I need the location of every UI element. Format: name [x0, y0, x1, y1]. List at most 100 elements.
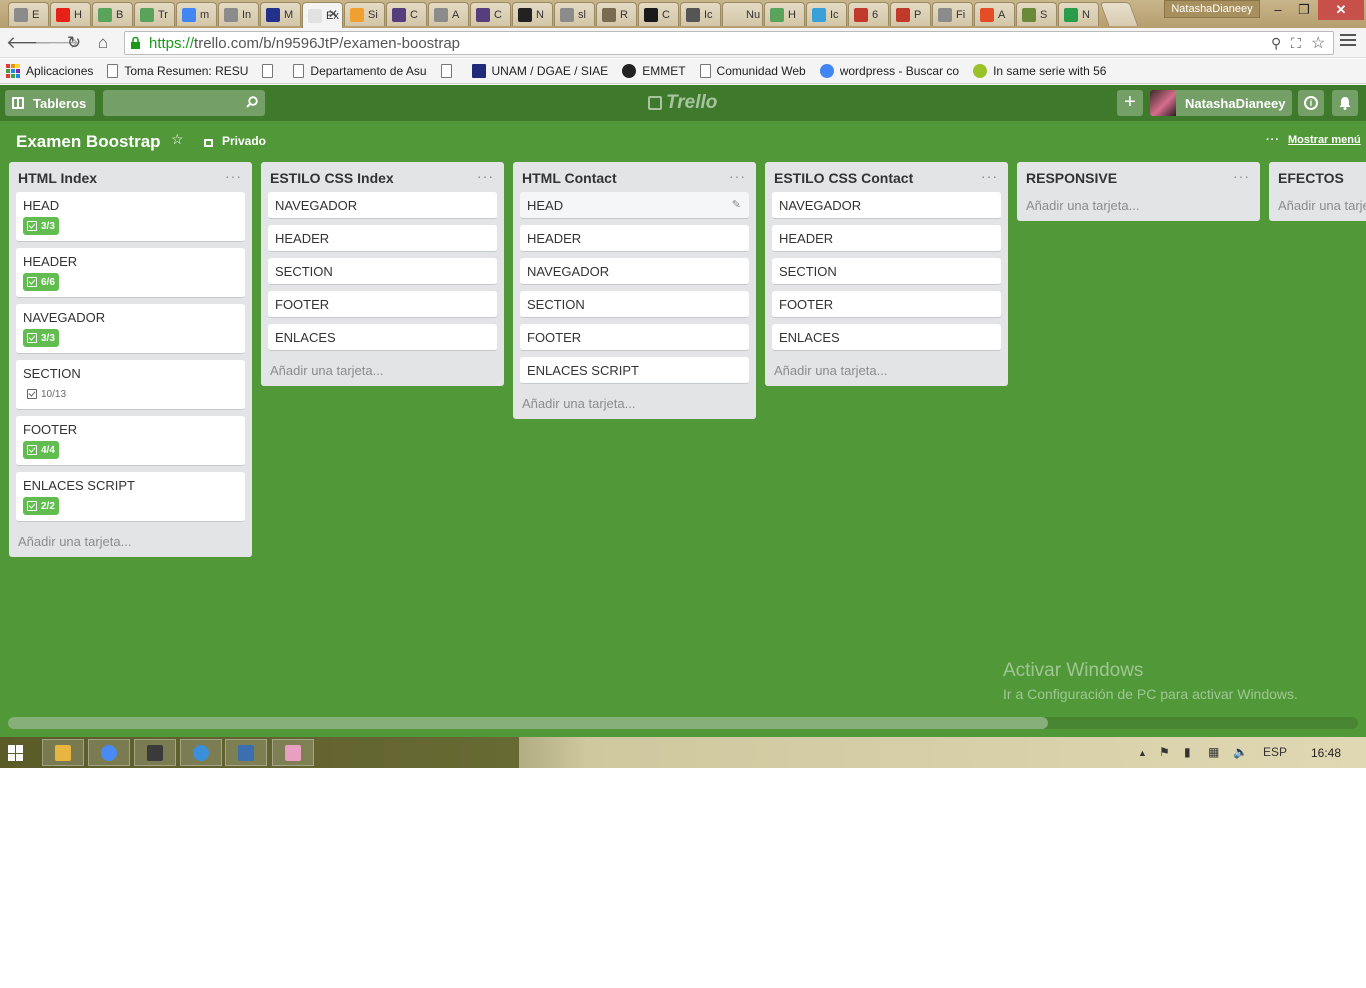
reload-button[interactable]: ↻ — [63, 32, 85, 54]
windows-start-icon[interactable] — [8, 745, 24, 761]
bookmark-item[interactable]: UNAM / DGAE / SIAE — [471, 64, 608, 78]
member-menu-button[interactable]: NatashaDianeey — [1150, 90, 1292, 116]
list-title[interactable]: EFECTOS — [1278, 170, 1344, 186]
taskbar-app[interactable] — [134, 739, 176, 766]
network-icon[interactable]: ▦ — [1208, 745, 1219, 759]
card[interactable]: ENLACES — [772, 324, 1001, 351]
add-card-link[interactable]: Añadir una tarjeta... — [16, 528, 245, 549]
card[interactable]: ENLACES — [268, 324, 497, 351]
add-card-link[interactable]: Añadir una tarjeta... — [1276, 192, 1366, 213]
volume-icon[interactable]: 🔈 — [1233, 745, 1248, 759]
browser-tab[interactable]: m — [176, 2, 217, 26]
translate-icon[interactable]: ⛶ — [1291, 35, 1301, 52]
browser-tab[interactable]: sl — [554, 2, 595, 26]
add-button[interactable]: + — [1117, 90, 1143, 116]
close-window-button[interactable]: ✕ — [1318, 0, 1364, 20]
card[interactable]: NAVEGADOR — [520, 258, 749, 285]
star-icon[interactable]: ☆ — [171, 131, 184, 148]
card[interactable]: FOOTER — [772, 291, 1001, 318]
forward-button[interactable]: 🡒 — [34, 32, 80, 54]
add-card-link[interactable]: Añadir una tarjeta... — [1024, 192, 1253, 213]
tray-expand-icon[interactable]: ▲ — [1138, 748, 1147, 758]
browser-tab[interactable]: C — [470, 2, 511, 26]
browser-tab[interactable]: A — [974, 2, 1015, 26]
card[interactable]: FOOTER — [268, 291, 497, 318]
browser-tab[interactable]: Ex ✕ — [302, 2, 343, 28]
add-card-link[interactable]: Añadir una tarjeta... — [772, 357, 1001, 378]
browser-tab[interactable]: A — [428, 2, 469, 26]
browser-tab[interactable]: C — [638, 2, 679, 26]
card[interactable]: FOOTER — [520, 324, 749, 351]
browser-tab[interactable]: Ic — [680, 2, 721, 26]
taskbar-app[interactable] — [180, 739, 222, 766]
language-indicator[interactable]: ESP — [1263, 745, 1287, 759]
list-menu-icon[interactable]: ··· — [1233, 168, 1250, 184]
browser-tab[interactable]: E — [8, 2, 49, 26]
browser-tab[interactable]: C — [386, 2, 427, 26]
browser-tab[interactable]: Ic — [806, 2, 847, 26]
taskbar-app[interactable] — [225, 739, 267, 766]
bookmark-star-icon[interactable]: ☆ — [1311, 33, 1325, 53]
list-title[interactable]: RESPONSIVE — [1026, 170, 1117, 186]
list-title[interactable]: HTML Contact — [522, 170, 617, 186]
bookmark-item[interactable]: Toma Resumen: RESU — [107, 64, 248, 78]
taskbar-app[interactable] — [272, 739, 314, 766]
bookmark-item[interactable]: EMMET — [622, 64, 686, 78]
browser-tab[interactable]: M — [260, 2, 301, 26]
browser-tab[interactable]: N — [512, 2, 553, 26]
bookmark-item[interactable]: In same serie with 56 — [973, 64, 1106, 78]
browser-tab[interactable]: H — [764, 2, 805, 26]
card[interactable]: HEADER — [268, 225, 497, 252]
list-menu-icon[interactable]: ··· — [981, 168, 998, 184]
address-bar[interactable]: https://trello.com/b/n9596JtP/examen-boo… — [124, 31, 1334, 55]
card[interactable]: FOOTER 4/4 — [16, 416, 245, 466]
clock[interactable]: 16:48 — [1311, 746, 1341, 760]
browser-tab[interactable]: 6 — [848, 2, 889, 26]
card[interactable]: ENLACES SCRIPT 2/2 — [16, 472, 245, 522]
browser-tab[interactable]: P — [890, 2, 931, 26]
card[interactable]: SECTION — [520, 291, 749, 318]
horizontal-scrollbar[interactable] — [8, 717, 1358, 729]
taskbar-app[interactable] — [88, 739, 130, 766]
add-card-link[interactable]: Añadir una tarjeta... — [268, 357, 497, 378]
browser-tab[interactable]: In — [218, 2, 259, 26]
zoom-icon[interactable]: ⚲ — [1271, 35, 1281, 52]
add-card-link[interactable]: Añadir una tarjeta... — [520, 390, 749, 411]
show-menu-button[interactable]: ··· Mostrar menú — [1266, 134, 1361, 146]
back-button[interactable]: 🡐 — [6, 32, 52, 54]
privacy-button[interactable]: Privado — [204, 134, 266, 148]
scrollbar-thumb[interactable] — [8, 717, 1048, 729]
card[interactable]: HEADER 6/6 — [16, 248, 245, 298]
browser-tab[interactable]: Nuev — [722, 2, 763, 26]
trello-logo[interactable]: Trello — [648, 90, 717, 116]
notifications-button[interactable] — [1332, 90, 1358, 116]
new-tab-button[interactable] — [1099, 2, 1139, 26]
bookmark-item[interactable] — [262, 64, 279, 78]
chrome-menu-icon[interactable] — [1340, 34, 1356, 49]
bookmark-item[interactable]: wordpress - Buscar co — [819, 64, 959, 78]
card[interactable]: HEAD 3/3 — [16, 192, 245, 242]
card[interactable]: NAVEGADOR 3/3 — [16, 304, 245, 354]
flag-icon[interactable]: ⚑ — [1159, 745, 1170, 759]
card[interactable]: SECTION 10/13 — [16, 360, 245, 410]
card[interactable]: HEADER — [772, 225, 1001, 252]
board-title[interactable]: Examen Boostrap — [16, 132, 161, 152]
card[interactable]: SECTION — [268, 258, 497, 285]
browser-tab[interactable]: Si — [344, 2, 385, 26]
browser-tab[interactable]: S — [1016, 2, 1057, 26]
card[interactable]: NAVEGADOR — [268, 192, 497, 219]
card[interactable]: NAVEGADOR — [772, 192, 1001, 219]
browser-tab[interactable]: H — [50, 2, 91, 26]
bookmark-item[interactable]: Aplicaciones — [6, 64, 93, 78]
info-button[interactable]: i — [1298, 90, 1324, 116]
edit-card-icon[interactable]: ✎ — [732, 198, 741, 211]
list-title[interactable]: ESTILO CSS Contact — [774, 170, 913, 186]
browser-tab[interactable]: Fi — [932, 2, 973, 26]
list-menu-icon[interactable]: ··· — [477, 168, 494, 184]
list-title[interactable]: HTML Index — [18, 170, 97, 186]
list-menu-icon[interactable]: ··· — [729, 168, 746, 184]
restore-button[interactable]: ❐ — [1290, 0, 1318, 20]
browser-tab[interactable]: B — [92, 2, 133, 26]
card[interactable]: HEADER — [520, 225, 749, 252]
browser-tab[interactable]: Tr — [134, 2, 175, 26]
